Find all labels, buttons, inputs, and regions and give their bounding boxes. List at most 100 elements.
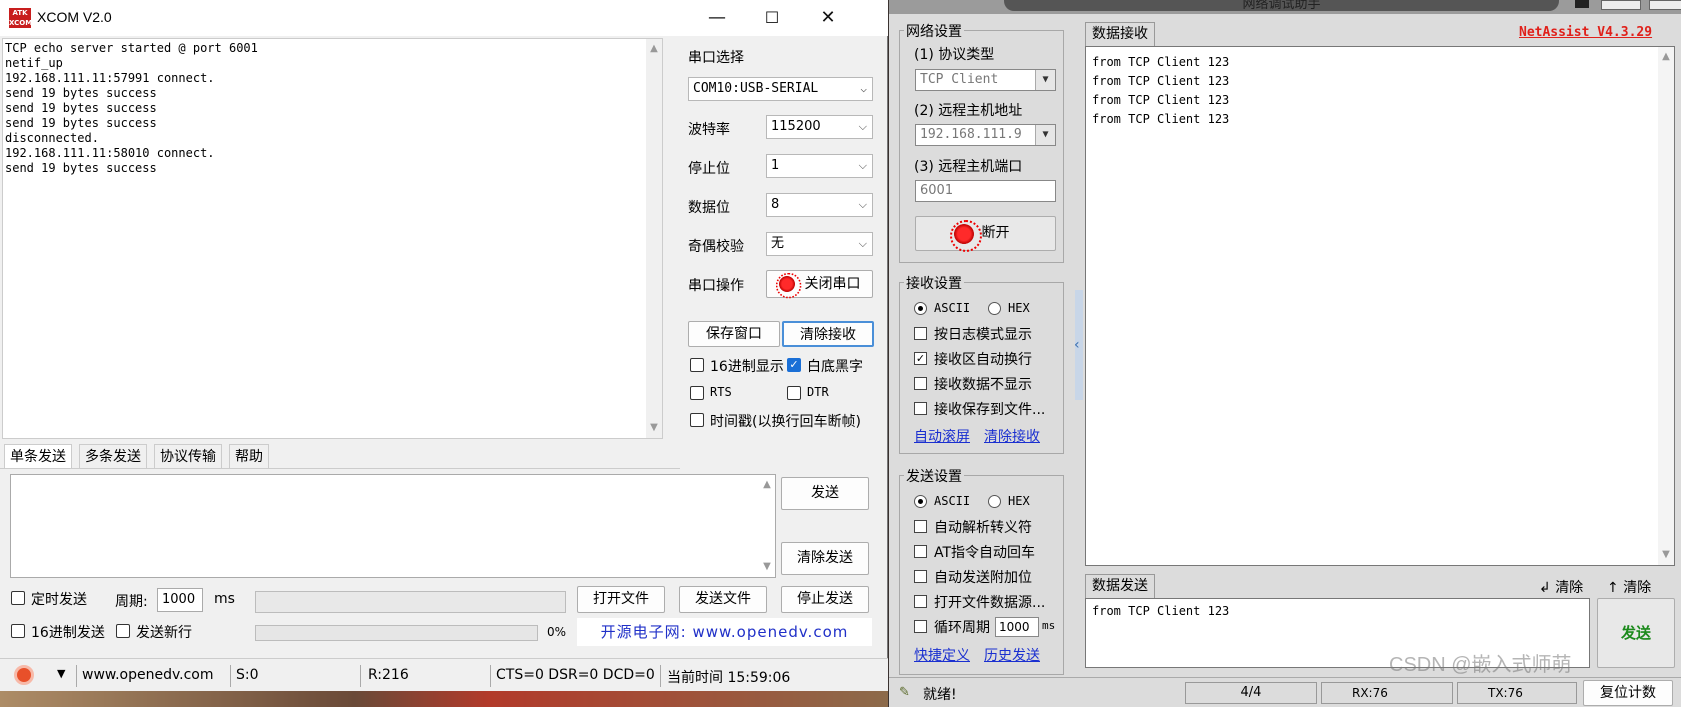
receive-panel[interactable]: from TCP Client 123 from TCP Client 123 …	[1085, 46, 1675, 566]
shortcut-link[interactable]: 快捷定义	[914, 645, 970, 665]
period-input[interactable]: 1000	[157, 588, 203, 612]
send-file-button[interactable]: 发送文件	[679, 586, 767, 613]
log-mode-checkbox[interactable]	[914, 327, 927, 340]
scroll-down-icon[interactable]: ▼	[1660, 549, 1672, 561]
check-bit-checkbox[interactable]	[914, 570, 927, 583]
history-link[interactable]: 历史发送	[984, 645, 1040, 665]
timestamp-checkbox[interactable]	[690, 413, 704, 427]
chevron-down-icon: ⌵	[858, 120, 867, 133]
window-button[interactable]	[1601, 0, 1641, 10]
send-hex-radio[interactable]	[988, 495, 1001, 508]
tab-multi-send[interactable]: 多条发送	[79, 444, 147, 469]
close-port-button[interactable]: 关闭串口	[766, 270, 873, 299]
clear-send-stats[interactable]: ↲ 清除	[1539, 577, 1583, 597]
rx-count: RX:76	[1321, 682, 1453, 704]
tab-help[interactable]: 帮助	[229, 444, 269, 469]
file-source-label: 打开文件数据源...	[934, 595, 1046, 611]
settings-icon[interactable]	[14, 665, 34, 685]
stop-bits-label: 停止位	[688, 161, 730, 177]
website-link[interactable]: 开源电子网: www.openedv.com	[577, 618, 872, 646]
send-tab[interactable]: 数据发送	[1085, 574, 1155, 598]
timed-send-checkbox[interactable]	[11, 591, 25, 605]
white-bg-checkbox[interactable]: ✓	[787, 358, 801, 372]
tab-protocol[interactable]: 协议传输	[154, 444, 222, 469]
send-button[interactable]: 发送	[781, 477, 869, 510]
send-newline-label: 发送新行	[136, 625, 192, 641]
hide-data-checkbox[interactable]	[914, 377, 927, 390]
period-unit: ms	[214, 591, 235, 607]
port-select[interactable]: COM10:USB-SERIAL ⌵	[688, 77, 873, 101]
stop-send-button[interactable]: 停止发送	[781, 586, 869, 613]
save-window-button[interactable]: 保存窗口	[688, 321, 780, 347]
clear-receive-link[interactable]: 清除接收	[984, 426, 1040, 446]
window-button[interactable]	[1649, 0, 1681, 10]
hex-send-checkbox[interactable]	[11, 624, 25, 638]
rts-label: RTS	[710, 385, 732, 399]
send-button[interactable]: 发送	[1597, 598, 1675, 668]
status-url[interactable]: www.openedv.com	[82, 667, 214, 683]
dtr-checkbox[interactable]	[787, 386, 801, 400]
at-cr-checkbox[interactable]	[914, 545, 927, 558]
scroll-up-icon[interactable]: ▲	[1660, 51, 1672, 63]
protocol-value: TCP Client	[920, 72, 999, 87]
tx-count: TX:76	[1457, 682, 1577, 704]
scroll-down-icon[interactable]: ▼	[761, 561, 773, 573]
send-scrollbar[interactable]: ▲ ▼	[759, 475, 775, 577]
receive-tab[interactable]: 数据接收	[1085, 22, 1155, 46]
period-label: 周期:	[115, 594, 148, 610]
scroll-down-icon[interactable]: ▼	[648, 422, 660, 434]
remote-host-select[interactable]: 192.168.111.9 ▼	[915, 124, 1056, 146]
file-source-checkbox[interactable]	[914, 595, 927, 608]
rts-checkbox[interactable]	[690, 386, 704, 400]
send-ascii-label: ASCII	[934, 494, 971, 508]
scroll-up-icon[interactable]: ▲	[761, 479, 773, 491]
status-separator	[230, 665, 231, 687]
loop-checkbox[interactable]	[914, 620, 927, 633]
window-title: XCOM V2.0	[37, 9, 112, 25]
send-text: from TCP Client 123	[1092, 604, 1230, 618]
protocol-select[interactable]: TCP Client ▼	[915, 69, 1056, 91]
status-separator	[360, 665, 361, 687]
remote-port-input[interactable]: 6001	[915, 180, 1056, 202]
baud-select[interactable]: 115200 ⌵	[766, 115, 873, 139]
receive-scrollbar[interactable]: ▲ ▼	[646, 39, 662, 438]
clear-receive-button[interactable]: 清除接收	[782, 321, 874, 347]
send-ascii-radio[interactable]	[914, 495, 927, 508]
title-bar: ATK XCOM XCOM V2.0 — ☐ ✕	[0, 0, 888, 36]
close-button[interactable]: ✕	[808, 6, 848, 30]
recv-ascii-radio[interactable]	[914, 302, 927, 315]
data-bits-select[interactable]: 8 ⌵	[766, 193, 873, 217]
send-input[interactable]: ▲ ▼	[10, 474, 776, 578]
auto-wrap-checkbox[interactable]: ✓	[914, 352, 927, 365]
chevron-left-icon[interactable]: ‹	[1074, 337, 1080, 353]
white-bg-label: 白底黑字	[807, 359, 863, 375]
receive-area[interactable]: TCP echo server started @ port 6001 neti…	[2, 38, 663, 439]
hex-display-checkbox[interactable]	[690, 358, 704, 372]
recv-hex-radio[interactable]	[988, 302, 1001, 315]
status-time: 当前时间 15:59:06	[667, 670, 791, 686]
version-link[interactable]: NetAssist V4.3.29	[1519, 25, 1652, 40]
stop-bits-select[interactable]: 1 ⌵	[766, 154, 873, 178]
scroll-up-icon[interactable]: ▲	[648, 43, 660, 55]
receive-scrollbar[interactable]: ▲ ▼	[1658, 47, 1674, 565]
loop-period-input[interactable]: 1000	[995, 617, 1039, 637]
disconnect-button[interactable]: 断开	[915, 216, 1056, 252]
minimize-button[interactable]: —	[697, 6, 737, 30]
send-progress-bar	[255, 625, 538, 641]
send-newline-checkbox[interactable]	[116, 624, 130, 638]
clear-send-button[interactable]: 清除发送	[781, 542, 869, 575]
send-hex-label: HEX	[1008, 494, 1030, 508]
clear-send-area[interactable]: ↑ 清除	[1607, 577, 1651, 597]
parity-select[interactable]: 无 ⌵	[766, 232, 873, 256]
dropdown-arrow-icon[interactable]: ▼	[57, 667, 65, 680]
save-to-file-checkbox[interactable]	[914, 402, 927, 415]
auto-escape-checkbox[interactable]	[914, 520, 927, 533]
reset-count-button[interactable]: 复位计数	[1583, 680, 1673, 706]
pin-icon[interactable]	[1575, 0, 1589, 8]
open-file-button[interactable]: 打开文件	[577, 586, 665, 613]
maximize-button[interactable]: ☐	[752, 6, 792, 30]
tab-single-send[interactable]: 单条发送	[4, 444, 72, 469]
chevron-down-icon: ▼	[1035, 125, 1055, 145]
auto-scroll-link[interactable]: 自动滚屏	[914, 426, 970, 446]
status-separator	[76, 665, 77, 687]
